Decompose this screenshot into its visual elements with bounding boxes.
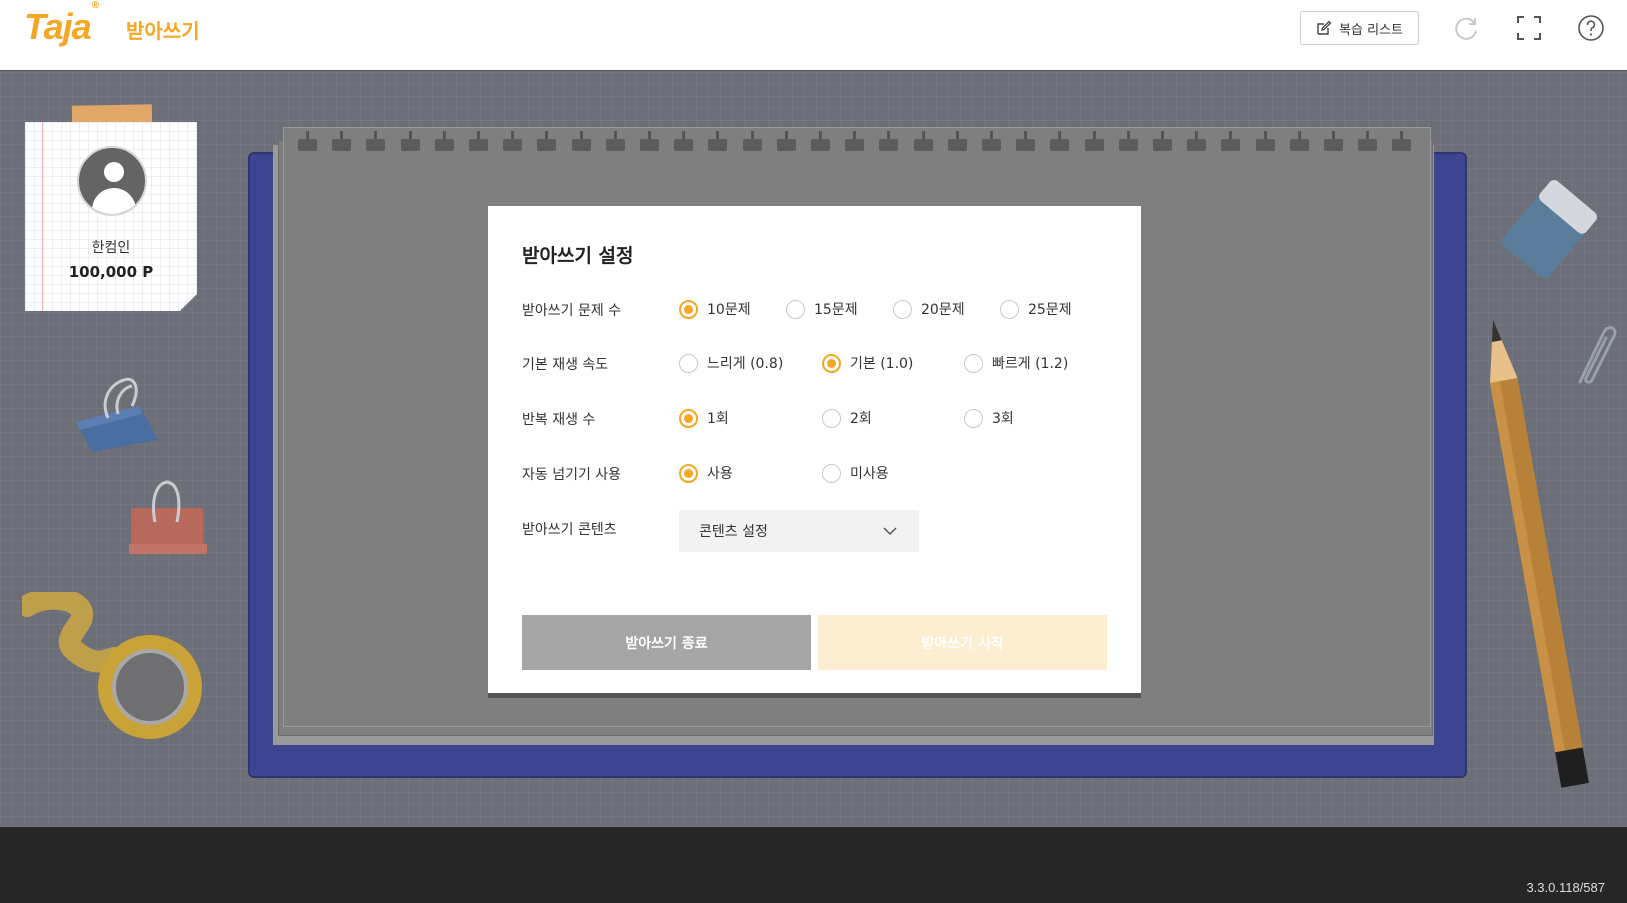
radio-button[interactable] <box>822 408 841 428</box>
fullscreen-icon[interactable] <box>1515 14 1543 42</box>
question-count-option-25[interactable]: 25문제 <box>1000 299 1072 319</box>
content-select-value: 콘텐츠 설정 <box>699 524 768 540</box>
radio-button[interactable] <box>679 299 698 319</box>
spiral-ring <box>1016 131 1036 151</box>
auto-advance-option-off[interactable]: 미사용 <box>822 463 889 483</box>
radio-button[interactable] <box>679 408 698 428</box>
version-label: 3.3.0.118/587 <box>1526 880 1605 895</box>
spiral-ring <box>1392 131 1412 151</box>
paper-margin-line <box>42 122 43 311</box>
question-count-label: 받아쓰기 문제 수 <box>522 303 622 319</box>
avatar-head <box>104 162 124 182</box>
spiral-ring <box>1084 131 1104 151</box>
spiral-ring <box>1050 131 1070 151</box>
dialog-title: 받아쓰기 설정 <box>522 245 634 267</box>
spiral-ring <box>571 131 591 151</box>
speed-option-normal[interactable]: 기본 (1.0) <box>822 353 913 373</box>
tape-roll-icon <box>22 592 202 739</box>
user-points: 100,000 P <box>68 263 154 281</box>
spiral-ring <box>879 131 899 151</box>
profile-card: 한컴인 100,000 P <box>25 122 197 311</box>
notebook-spiral <box>298 131 1418 151</box>
spiral-ring <box>1187 131 1207 151</box>
content-label: 받아쓰기 콘텐츠 <box>522 522 617 538</box>
spiral-ring <box>1255 131 1275 151</box>
start-dictation-button[interactable]: 받아쓰기 시작 <box>818 615 1107 670</box>
repeat-option-1[interactable]: 1회 <box>679 408 729 428</box>
playback-speed-label: 기본 재생 속도 <box>522 357 609 373</box>
auto-advance-option-on[interactable]: 사용 <box>679 463 733 483</box>
spiral-ring <box>1153 131 1172 151</box>
spiral-ring <box>742 131 762 151</box>
dictation-settings-dialog: 받아쓰기 설정 받아쓰기 문제 수 10문제 15문제 20문제 25문제 기본… <box>488 206 1141 693</box>
radio-button[interactable] <box>964 408 983 428</box>
pencil-icon <box>1490 319 1589 788</box>
user-name: 한컴인 <box>91 240 131 256</box>
radio-button[interactable] <box>679 463 698 483</box>
spiral-ring <box>845 131 865 151</box>
spiral-ring <box>913 131 933 151</box>
chevron-down-icon <box>883 527 897 536</box>
edit-icon <box>1317 20 1332 35</box>
binder-clip-red-icon <box>129 480 207 554</box>
spiral-ring <box>1358 131 1378 151</box>
spiral-ring <box>1289 131 1309 151</box>
spiral-ring <box>640 131 659 151</box>
end-dictation-button[interactable]: 받아쓰기 종료 <box>522 615 811 670</box>
footer-bar: 3.3.0.118/587 <box>0 827 1627 903</box>
radio-button[interactable] <box>822 463 841 483</box>
spiral-ring <box>537 131 557 151</box>
review-list-button[interactable]: 복습 리스트 <box>1300 11 1419 45</box>
question-count-option-15[interactable]: 15문제 <box>786 299 858 319</box>
spiral-ring <box>947 131 967 151</box>
spiral-ring <box>605 131 625 151</box>
refresh-icon[interactable] <box>1453 14 1481 42</box>
spiral-ring <box>1221 131 1241 151</box>
spiral-ring <box>1118 131 1138 151</box>
help-icon[interactable] <box>1577 14 1605 42</box>
eraser-icon <box>1501 180 1597 279</box>
spiral-ring <box>776 131 796 151</box>
spiral-ring <box>366 131 386 151</box>
question-count-option-20[interactable]: 20문제 <box>893 299 965 319</box>
spiral-ring <box>708 131 728 151</box>
spiral-ring <box>811 131 830 151</box>
review-list-label: 복습 리스트 <box>1339 22 1403 38</box>
repeat-option-3[interactable]: 3회 <box>964 408 1014 428</box>
spiral-ring <box>469 131 488 151</box>
auto-advance-label: 자동 넘기기 사용 <box>522 467 622 483</box>
avatar <box>77 146 147 216</box>
repeat-option-2[interactable]: 2회 <box>822 408 872 428</box>
spiral-ring <box>434 131 454 151</box>
spiral-ring <box>982 131 1001 151</box>
repeat-count-label: 반복 재생 수 <box>522 412 596 428</box>
question-count-option-10[interactable]: 10문제 <box>679 299 751 319</box>
radio-button[interactable] <box>786 299 805 319</box>
spiral-ring <box>503 131 523 151</box>
speed-option-slow[interactable]: 느리게 (0.8) <box>679 353 783 373</box>
spiral-ring <box>332 131 352 151</box>
spiral-ring <box>674 131 694 151</box>
content-select[interactable]: 콘텐츠 설정 <box>679 510 919 552</box>
app-header: Taja® 받아쓰기 복습 리스트 <box>0 0 1627 71</box>
speed-option-fast[interactable]: 빠르게 (1.2) <box>964 353 1068 373</box>
binder-clip-blue-icon <box>76 377 158 452</box>
app-title: 받아쓰기 <box>126 19 200 43</box>
spiral-ring <box>298 131 317 151</box>
spiral-ring <box>400 131 420 151</box>
radio-button[interactable] <box>822 353 841 373</box>
radio-button[interactable] <box>679 353 698 373</box>
taja-logo[interactable]: Taja® <box>24 0 99 48</box>
avatar-body <box>92 188 136 214</box>
spiral-ring <box>1324 131 1343 151</box>
radio-button[interactable] <box>1000 299 1019 319</box>
radio-button[interactable] <box>893 299 912 319</box>
radio-button[interactable] <box>964 353 983 373</box>
